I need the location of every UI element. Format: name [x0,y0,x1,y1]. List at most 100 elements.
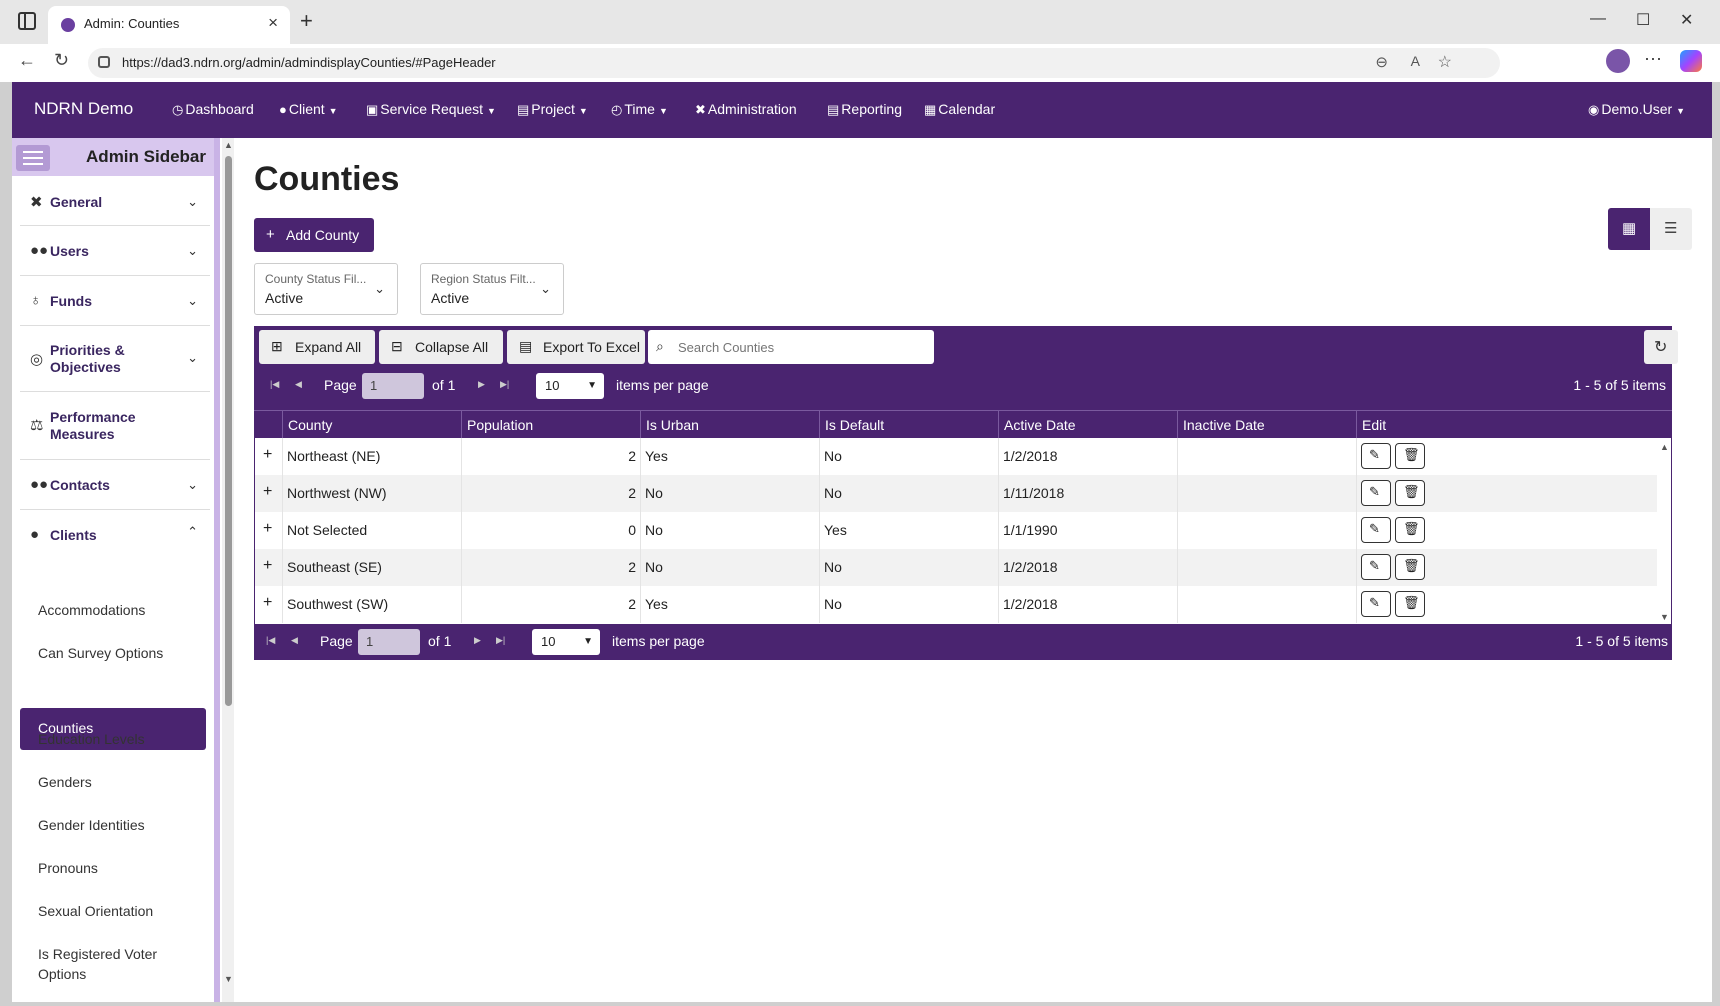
nav-calendar[interactable]: ▦ Calendar [924,101,995,118]
favorite-star-icon[interactable]: ☆ [1438,52,1452,72]
column-header-is-urban[interactable]: Is Urban [640,411,819,439]
new-tab-icon[interactable]: + [300,8,313,34]
sidebar-item-can-survey-options[interactable]: Can Survey Options [38,643,163,663]
back-icon[interactable]: ← [18,50,36,71]
sidebar-section-users[interactable]: ●● Users ⌄ [20,226,210,276]
cell-is-urban: No [640,512,819,549]
sidebar-item-sexual-orientation[interactable]: Sexual Orientation [38,901,153,921]
edit-button[interactable]: ✎ [1361,480,1391,506]
collapse-all-button[interactable]: ⊟ Collapse All [379,330,503,364]
table-row[interactable]: + Southeast (SE) 2 No No 1/2/2018 ✎ 🗑 [255,549,1657,586]
nav-project[interactable]: ▤ Project ▼ [517,101,588,118]
delete-button[interactable]: 🗑 [1395,517,1425,543]
sidebar-section-clients[interactable]: ● Clients ⌃ [20,510,210,560]
delete-button[interactable]: 🗑 [1395,443,1425,469]
delete-button[interactable]: 🗑 [1395,480,1425,506]
next-page-icon[interactable]: ▶ [474,635,481,646]
list-view-button[interactable]: ☰ [1650,208,1692,250]
maximize-icon[interactable]: ☐ [1636,10,1650,30]
table-row[interactable]: + Northwest (NW) 2 No No 1/11/2018 ✎ 🗑 [255,475,1657,512]
search-box[interactable]: ⌕ [648,330,934,364]
table-row[interactable]: + Not Selected 0 No Yes 1/1/1990 ✎ 🗑 [255,512,1657,549]
delete-button[interactable]: 🗑 [1395,554,1425,580]
expand-row-icon[interactable]: + [263,483,272,501]
tab-close-icon[interactable]: × [268,13,278,33]
page-number-input[interactable]: 1 [358,629,420,655]
user-menu[interactable]: ◉ Demo.User ▼ [1588,101,1685,118]
nav-service-request[interactable]: ▣ Service Request ▼ [366,101,496,118]
grid-view-button[interactable]: ▦ [1608,208,1650,250]
column-header-active-date[interactable]: Active Date [998,411,1177,439]
zoom-icon[interactable]: ⊖ [1375,53,1388,71]
nav-dashboard[interactable]: ◷ Dashboard [172,101,254,118]
delete-button[interactable]: 🗑 [1395,591,1425,617]
nav-reporting[interactable]: ▤ Reporting [827,101,902,118]
last-page-icon[interactable]: ▶| [496,635,505,646]
sidebar-item-pronouns[interactable]: Pronouns [38,858,98,878]
column-header-inactive-date[interactable]: Inactive Date [1177,411,1356,439]
scroll-down-icon[interactable]: ▼ [224,974,233,984]
column-header-population[interactable]: Population [461,411,640,439]
nav-time[interactable]: ◴ Time ▼ [611,101,668,118]
profile-avatar[interactable] [1606,49,1630,73]
sidebar-section-contacts[interactable]: ●● Contacts ⌄ [20,460,210,510]
next-page-icon[interactable]: ▶ [478,379,485,390]
prev-page-icon[interactable]: ◀ [295,379,302,390]
refresh-button[interactable]: ↻ [1644,330,1678,364]
prev-page-icon[interactable]: ◀ [291,635,298,646]
first-page-icon[interactable]: |◀ [266,635,275,646]
cell-is-urban: No [640,549,819,586]
reload-icon[interactable]: ↻ [54,50,69,71]
expand-row-icon[interactable]: + [263,557,272,575]
export-excel-button[interactable]: ▤ Export To Excel [507,330,645,364]
sidebar-item-accommodations[interactable]: Accommodations [38,600,145,620]
sidebar-section-general[interactable]: ✖ General ⌄ [20,178,210,226]
sidebar-item-gender-identities[interactable]: Gender Identities [38,815,145,835]
brand-link[interactable]: NDRN Demo [34,99,133,119]
sidebar-item-registered-voter[interactable]: Is Registered Voter Options [38,944,188,984]
expand-row-icon[interactable]: + [263,446,272,464]
copilot-icon[interactable] [1680,50,1702,72]
scrollbar-thumb[interactable] [225,156,232,706]
table-row[interactable]: + Northeast (NE) 2 Yes No 1/2/2018 ✎ 🗑 [255,438,1657,475]
page-size-select[interactable]: 10 ▼ [536,373,604,399]
page-number-input[interactable]: 1 [362,373,424,399]
column-header-is-default[interactable]: Is Default [819,411,998,439]
sidebar-section-funds[interactable]: ♁ Funds ⌄ [20,276,210,326]
first-page-icon[interactable]: |◀ [270,379,279,390]
expand-all-button[interactable]: ⊞ Expand All [259,330,375,364]
scroll-down-icon[interactable]: ▼ [1660,612,1669,622]
add-county-button[interactable]: + Add County [254,218,374,252]
sidebar-item-genders[interactable]: Genders [38,772,92,792]
column-header-county[interactable]: County [282,411,461,439]
last-page-icon[interactable]: ▶| [500,379,509,390]
hamburger-menu-icon[interactable] [16,145,50,171]
scroll-up-icon[interactable]: ▲ [224,140,233,150]
grid-scrollbar[interactable]: ▲ ▼ [1657,438,1671,624]
county-status-filter[interactable]: County Status Fil... Active ⌄ [254,263,398,315]
scroll-up-icon[interactable]: ▲ [1660,442,1669,452]
sidebar-item-education-levels[interactable]: Education Levels [38,729,145,749]
url-field[interactable]: https://dad3.ndrn.org/admin/admindisplay… [88,48,1500,78]
sidebar-section-performance-measures[interactable]: ⚖ Performance Measures [20,392,210,460]
nav-client[interactable]: ● Client ▼ [279,101,338,117]
edit-button[interactable]: ✎ [1361,591,1391,617]
expand-row-icon[interactable]: + [263,594,272,612]
minimize-icon[interactable]: — [1590,10,1606,28]
browser-tab[interactable]: Admin: Counties × [48,6,290,44]
page-size-select[interactable]: 10 ▼ [532,629,600,655]
expand-row-icon[interactable]: + [263,520,272,538]
nav-administration[interactable]: ✖ Administration [695,101,797,118]
read-aloud-icon[interactable]: A [1411,53,1420,69]
edit-button[interactable]: ✎ [1361,517,1391,543]
browser-menu-icon[interactable]: ··· [1644,48,1662,69]
sidebar-scrollbar[interactable]: ▲ ▼ [222,138,234,1002]
region-status-filter[interactable]: Region Status Filt... Active ⌄ [420,263,564,315]
browser-sidebar-icon[interactable] [18,12,36,30]
sidebar-section-priorities[interactable]: ◎ Priorities & Objectives ⌄ [20,326,210,392]
search-input[interactable] [678,337,918,357]
edit-button[interactable]: ✎ [1361,443,1391,469]
window-close-icon[interactable]: ✕ [1680,10,1693,30]
edit-button[interactable]: ✎ [1361,554,1391,580]
table-row[interactable]: + Southwest (SW) 2 Yes No 1/2/2018 ✎ 🗑 [255,586,1657,623]
